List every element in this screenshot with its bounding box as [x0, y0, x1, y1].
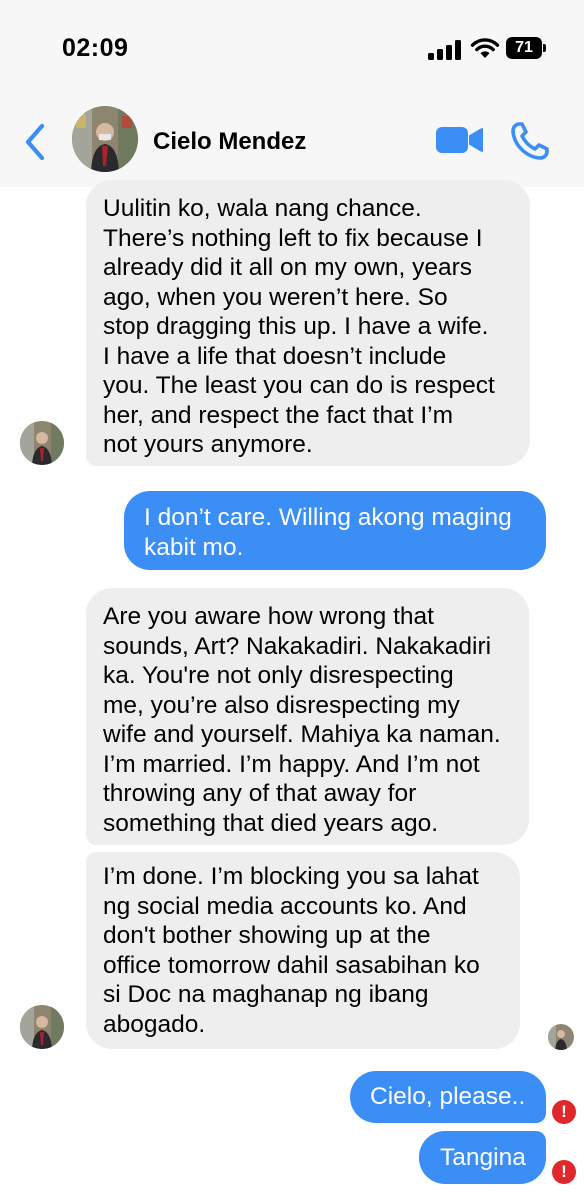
send-failed-icon[interactable]: ! — [552, 1160, 576, 1184]
status-bar: 02:09 71 — [0, 0, 584, 95]
phone-icon[interactable] — [510, 121, 552, 161]
status-time: 02:09 — [62, 34, 129, 62]
contact-name[interactable]: Cielo Mendez — [153, 128, 306, 156]
contact-avatar[interactable] — [72, 106, 138, 172]
received-message[interactable]: I’m done. I’m blocking you sa lahat ng s… — [86, 852, 520, 1049]
battery-level: 71 — [506, 37, 542, 59]
conversation-header: Cielo Mendez — [0, 95, 584, 187]
message-text: Uulitin ko, wala nang chance. There’s no… — [103, 195, 495, 458]
sent-message[interactable]: I don’t care. Willing akong maging kabit… — [124, 491, 546, 570]
read-receipt-avatar — [548, 1024, 574, 1050]
back-chevron-icon[interactable] — [22, 123, 48, 161]
message-text: Are you aware how wrong that sounds, Art… — [103, 603, 501, 837]
contact-avatar-small[interactable] — [20, 1005, 64, 1049]
contact-avatar-small[interactable] — [20, 421, 64, 465]
battery-icon: 71 — [506, 37, 546, 59]
cellular-signal-icon — [428, 40, 462, 60]
sent-message[interactable]: Tangina — [419, 1131, 546, 1184]
message-text: I don’t care. Willing akong maging kabit… — [144, 504, 512, 561]
send-failed-icon[interactable]: ! — [552, 1100, 576, 1124]
wifi-icon — [470, 38, 500, 58]
sent-message[interactable]: Cielo, please.. — [350, 1071, 546, 1123]
message-text: Cielo, please.. — [370, 1083, 526, 1110]
video-camera-icon[interactable] — [436, 125, 484, 155]
message-text: Tangina — [440, 1144, 526, 1171]
received-message[interactable]: Are you aware how wrong that sounds, Art… — [86, 588, 529, 845]
received-message[interactable]: Uulitin ko, wala nang chance. There’s no… — [86, 180, 530, 466]
message-text: I’m done. I’m blocking you sa lahat ng s… — [103, 863, 480, 1038]
